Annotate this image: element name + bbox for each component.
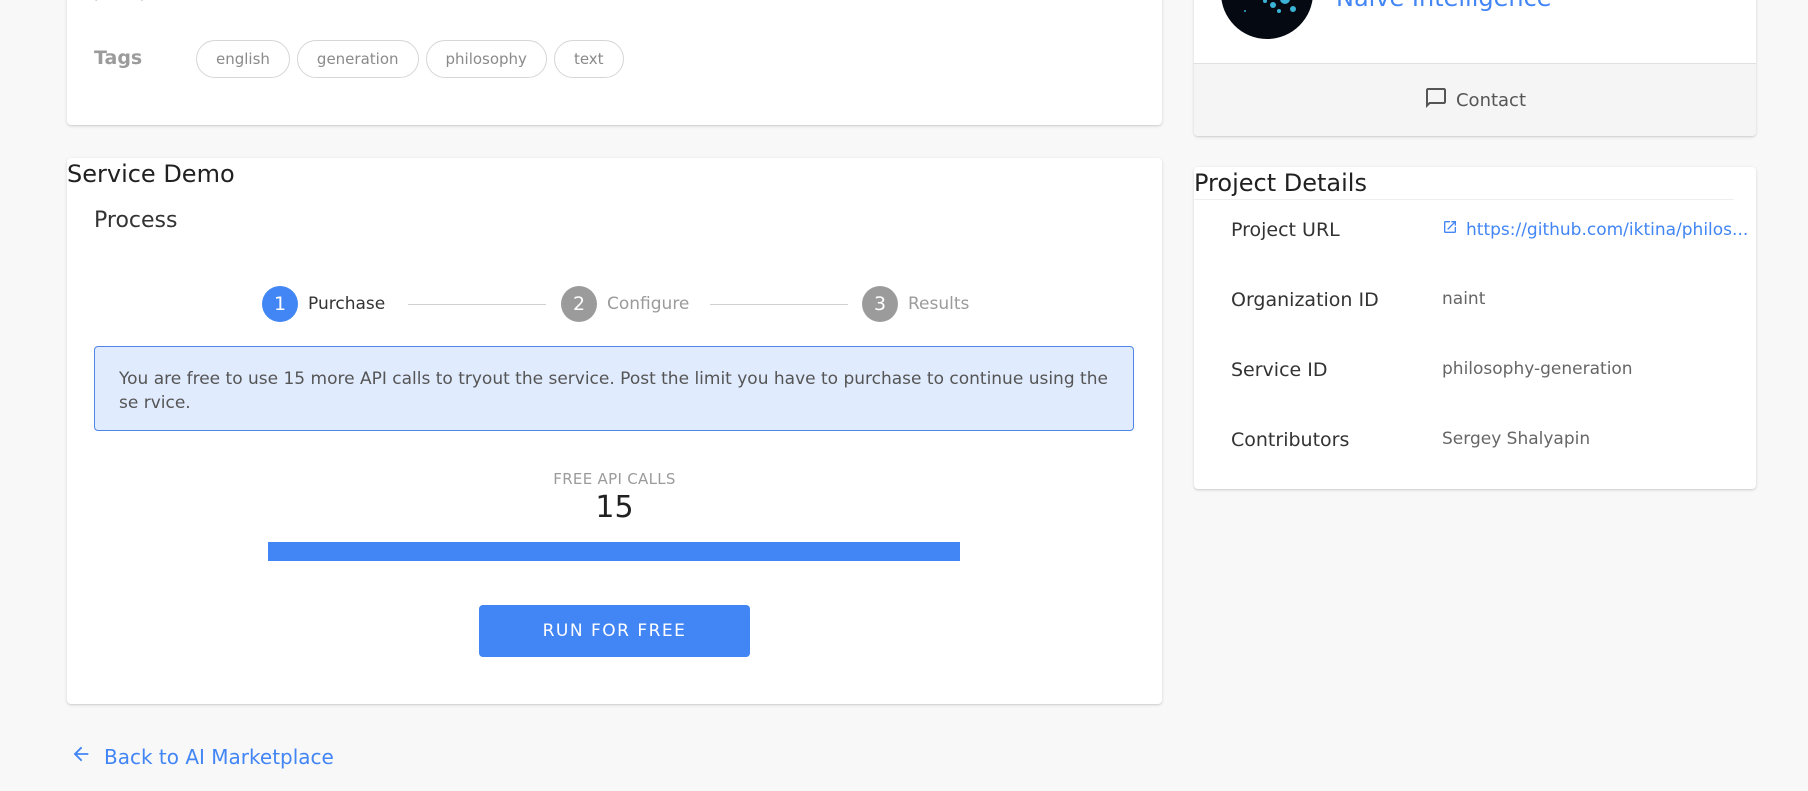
tag-list: english generation philosophy text [196,40,624,78]
step-label: Purchase [308,294,386,314]
service-demo-card: Service Demo Process 1 Purchase 2 Config… [67,158,1162,704]
tag-chip[interactable]: philosophy [425,40,547,78]
tags-label: Tags [94,47,143,69]
process-title: Process [94,208,178,233]
service-demo-title: Service Demo [67,160,235,188]
arrow-left-icon [70,743,92,770]
detail-row-project-url: Project URL https://github.com/iktina/ph… [1231,219,1751,249]
description-text-partial: p · · · p [94,0,150,1]
chat-bubble-icon [1424,86,1448,115]
detail-value: naint [1442,289,1486,309]
step-number: 2 [561,286,597,322]
detail-row-service-id: Service ID philosophy-generation [1231,359,1751,389]
project-url-value: https://github.com/iktina/philos... [1466,219,1749,240]
organization-name[interactable]: Naive Intelligence [1336,0,1552,12]
tag-chip[interactable]: generation [296,40,419,78]
tag-chip[interactable]: text [553,40,624,78]
step-number: 3 [862,286,898,322]
project-url-link[interactable]: https://github.com/iktina/philos... [1442,219,1748,240]
back-link-label: Back to AI Marketplace [104,744,334,769]
tag-chip[interactable]: english [196,40,290,78]
contact-button[interactable]: Contact [1194,63,1756,136]
detail-key: Project URL [1231,219,1340,241]
detail-key: Contributors [1231,429,1350,451]
step-label: Configure [607,294,690,314]
organization-card: Naive Intelligence Contact [1194,0,1756,136]
process-stepper: 1 Purchase 2 Configure 3 Results [262,286,982,322]
step-label: Results [908,294,970,314]
detail-value: philosophy-generation [1442,359,1633,379]
free-calls-progress-fill [268,542,960,561]
detail-key: Service ID [1231,359,1328,381]
free-api-calls-count: 15 [595,490,634,525]
step-configure: 2 Configure [561,286,689,322]
step-connector [710,304,848,305]
service-info-card: p · · · p Tags english generation philos… [67,0,1162,125]
detail-row-contributors: Contributors Sergey Shalyapin [1231,429,1751,459]
free-api-calls-label: FREE API CALLS [553,470,676,488]
run-for-free-button[interactable]: RUN FOR FREE [479,605,750,657]
external-link-icon [1442,219,1458,240]
step-purchase: 1 Purchase [262,286,385,322]
back-to-marketplace-link[interactable]: Back to AI Marketplace [70,743,334,770]
detail-row-organization-id: Organization ID naint [1231,289,1751,319]
step-number: 1 [262,286,298,322]
detail-value: Sergey Shalyapin [1442,429,1591,449]
project-details-title: Project Details [1194,169,1367,197]
free-calls-info-alert: You are free to use 15 more API calls to… [94,346,1134,431]
step-connector [408,304,546,305]
project-details-card: Project Details Project URL https://gith… [1194,167,1756,489]
free-calls-progress-bar [268,542,960,561]
organization-avatar [1221,0,1313,39]
detail-key: Organization ID [1231,289,1379,311]
step-results: 3 Results [862,286,969,322]
divider [1194,199,1734,200]
contact-label: Contact [1455,89,1527,111]
